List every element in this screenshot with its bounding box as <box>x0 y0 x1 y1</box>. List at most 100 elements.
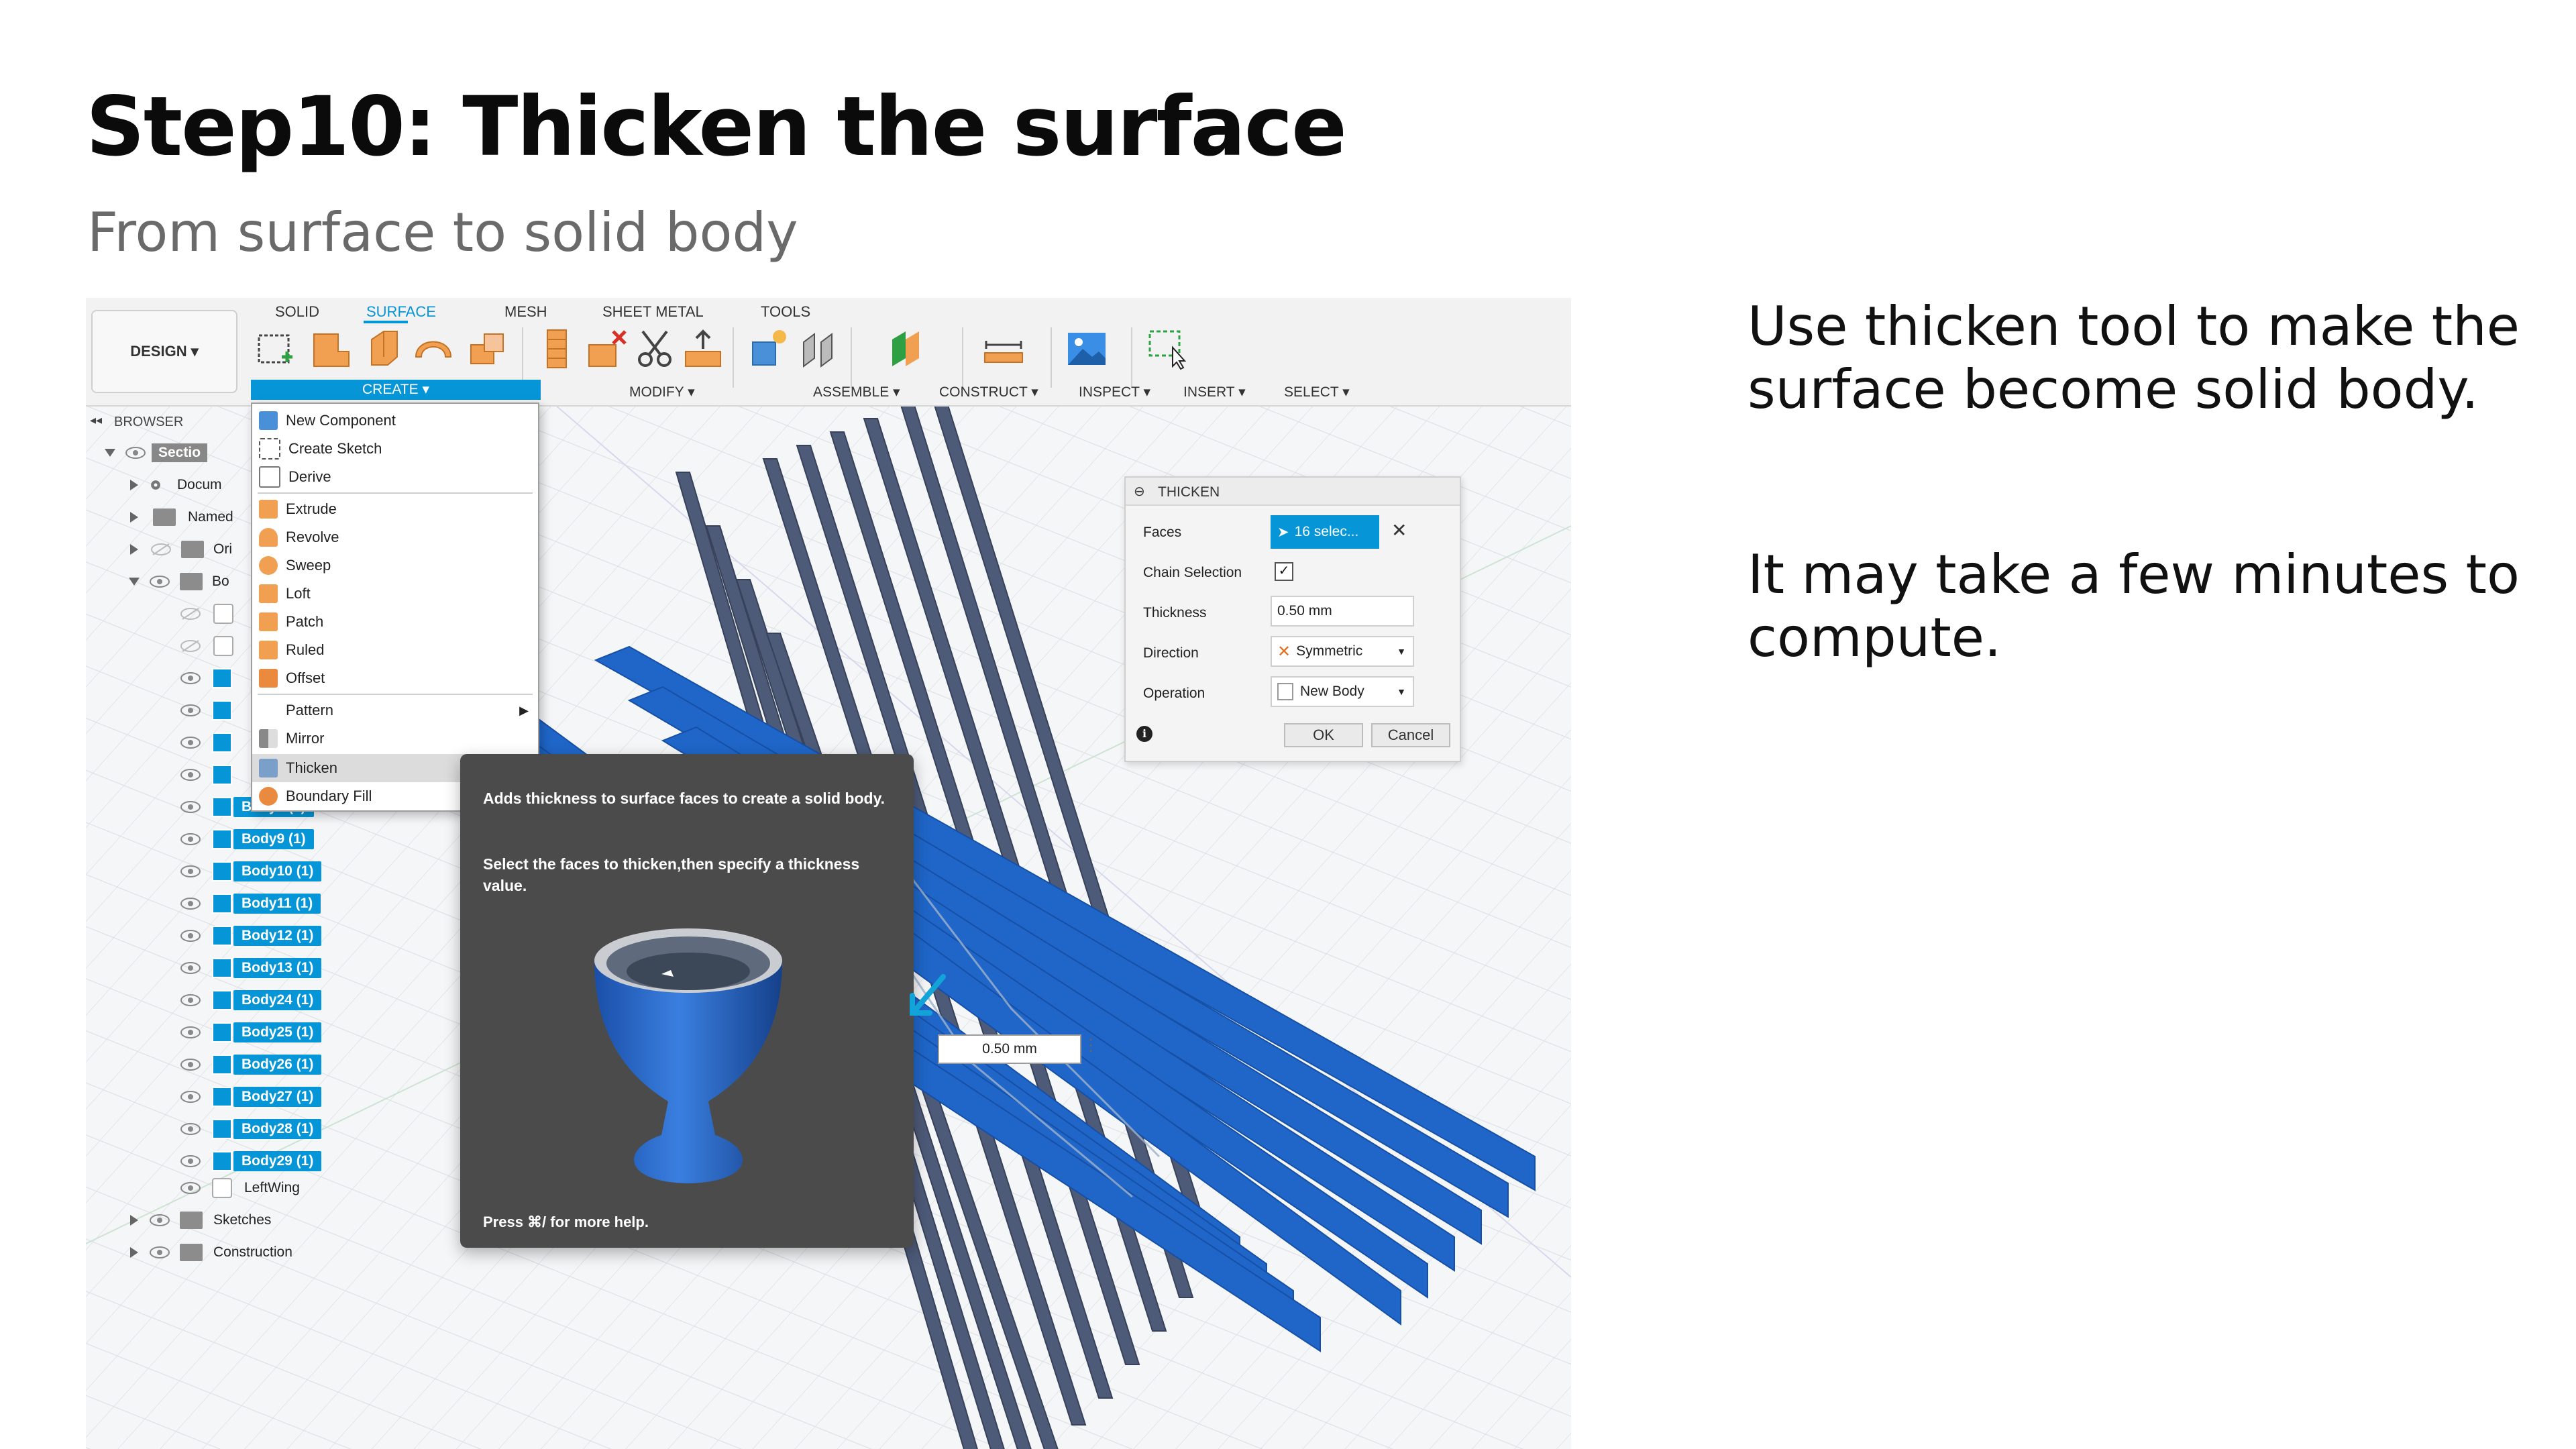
eye-icon[interactable] <box>180 768 201 782</box>
tab-sheet-metal[interactable]: SHEET METAL <box>602 303 704 321</box>
browser-collapse-icon[interactable]: ◂◂ <box>90 413 102 427</box>
menu-patch[interactable]: Patch <box>252 608 538 636</box>
split-scissors-icon[interactable] <box>633 327 676 370</box>
body-row[interactable]: Body11 (1) <box>180 888 321 919</box>
expand-arrow-icon[interactable] <box>130 1247 138 1258</box>
menu-extrude[interactable]: Extrude <box>252 495 538 523</box>
construct-menu-button[interactable]: CONSTRUCT ▾ <box>939 384 1038 400</box>
create-menu-button[interactable]: CREATE ▾ <box>251 380 541 400</box>
menu-offset[interactable]: Offset <box>252 664 538 692</box>
browser-row-bodies[interactable]: Bo <box>129 566 229 597</box>
eye-icon[interactable] <box>180 897 201 910</box>
thickness-input-box[interactable]: 0.50 mm <box>938 1034 1081 1064</box>
browser-row-named-views[interactable]: Named <box>130 502 233 533</box>
info-icon[interactable]: i <box>1136 726 1152 742</box>
insert-menu-button[interactable]: INSERT ▾ <box>1183 384 1246 400</box>
eye-icon[interactable] <box>180 800 201 814</box>
create-sketch-icon[interactable] <box>255 327 298 370</box>
expand-arrow-icon[interactable] <box>130 1215 138 1226</box>
eye-icon[interactable] <box>180 704 201 717</box>
body-row-selected[interactable] <box>180 759 232 790</box>
eye-icon[interactable] <box>149 575 170 588</box>
collapse-arrow-icon[interactable] <box>105 449 115 457</box>
tab-tools[interactable]: TOOLS <box>761 303 810 321</box>
body-row[interactable]: Body13 (1) <box>180 953 322 983</box>
eye-icon[interactable] <box>180 961 201 975</box>
menu-derive[interactable]: Derive <box>252 463 538 491</box>
cancel-button[interactable]: Cancel <box>1371 723 1450 747</box>
workspace-dropdown[interactable]: DESIGN ▾ <box>91 310 237 393</box>
eye-icon[interactable] <box>180 1090 201 1104</box>
loft-icon[interactable] <box>466 327 508 370</box>
eye-hidden-icon[interactable] <box>180 607 201 621</box>
dialog-collapse-icon[interactable]: ⊖ <box>1134 483 1145 500</box>
joint-icon[interactable] <box>797 327 840 370</box>
offset-plane-icon[interactable] <box>885 327 928 370</box>
browser-row-sketches[interactable]: Sketches <box>130 1205 271 1236</box>
revolve-icon[interactable] <box>361 327 404 370</box>
body-row[interactable]: Body12 (1) <box>180 920 322 951</box>
eye-icon[interactable] <box>125 446 146 460</box>
direction-dropdown[interactable]: ✕ Symmetric ▼ <box>1271 636 1414 667</box>
body-row[interactable]: Body28 (1) <box>180 1114 322 1144</box>
select-menu-button[interactable]: SELECT ▾ <box>1284 384 1350 400</box>
menu-mirror[interactable]: Mirror <box>252 724 538 753</box>
thickness-input[interactable]: 0.50 mm <box>1271 596 1414 627</box>
eye-icon[interactable] <box>180 736 201 749</box>
menu-loft[interactable]: Loft <box>252 580 538 608</box>
body-row-selected[interactable] <box>180 695 232 726</box>
eye-hidden-icon[interactable] <box>180 639 201 653</box>
body-row[interactable]: Body26 (1) <box>180 1049 322 1080</box>
eye-icon[interactable] <box>180 1026 201 1039</box>
inspect-menu-button[interactable]: INSPECT ▾ <box>1079 384 1150 400</box>
eye-hidden-icon[interactable] <box>150 543 172 556</box>
body-row-selected[interactable] <box>180 663 232 694</box>
tab-mesh[interactable]: MESH <box>504 303 547 321</box>
assemble-menu-button[interactable]: ASSEMBLE ▾ <box>813 384 900 400</box>
menu-pattern[interactable]: Pattern ▶ <box>252 696 538 724</box>
faces-selection-button[interactable]: ➤ 16 selec... <box>1271 515 1379 549</box>
eye-icon[interactable] <box>180 1122 201 1136</box>
operation-dropdown[interactable]: New Body ▼ <box>1271 676 1414 707</box>
body-row-hidden[interactable] <box>180 598 233 629</box>
modify-menu-button[interactable]: MODIFY ▾ <box>629 384 695 400</box>
press-pull-icon[interactable] <box>682 327 724 370</box>
browser-row-origin[interactable]: Ori <box>130 534 232 565</box>
browser-root-row[interactable]: Sectio <box>105 437 208 468</box>
body-row[interactable]: Body24 (1) <box>180 985 322 1016</box>
eye-icon[interactable] <box>180 1181 201 1195</box>
expand-arrow-icon[interactable] <box>130 544 138 555</box>
tab-surface[interactable]: SURFACE <box>366 303 436 321</box>
tab-solid[interactable]: SOLID <box>275 303 319 321</box>
menu-new-component[interactable]: New Component <box>252 407 538 435</box>
menu-ruled[interactable]: Ruled <box>252 636 538 664</box>
eye-icon[interactable] <box>149 1246 170 1259</box>
body-row[interactable]: Body27 (1) <box>180 1081 322 1112</box>
extrude-icon[interactable] <box>310 327 353 370</box>
ok-button[interactable]: OK <box>1284 723 1363 747</box>
dimension-options-icon[interactable]: ⋮ <box>1083 1036 1099 1055</box>
expand-arrow-icon[interactable] <box>130 512 138 523</box>
body-row-selected[interactable] <box>180 727 232 758</box>
select-window-icon[interactable] <box>1146 327 1189 370</box>
clear-selection-icon[interactable]: ✕ <box>1391 519 1407 541</box>
eye-icon[interactable] <box>180 833 201 846</box>
eye-icon[interactable] <box>149 1214 170 1227</box>
new-component-icon[interactable] <box>747 327 790 370</box>
eye-icon[interactable] <box>180 672 201 685</box>
thickness-arrow-manipulator[interactable] <box>907 973 947 1020</box>
eye-icon[interactable] <box>180 929 201 943</box>
menu-create-sketch[interactable]: Create Sketch <box>252 435 538 463</box>
eye-icon[interactable] <box>180 865 201 878</box>
measure-icon[interactable] <box>982 327 1025 370</box>
eye-icon[interactable] <box>180 1058 201 1071</box>
expand-arrow-icon[interactable] <box>130 480 138 490</box>
body-row[interactable]: Body10 (1) <box>180 856 322 887</box>
insert-image-icon[interactable] <box>1065 327 1108 370</box>
body-row[interactable]: Body25 (1) <box>180 1017 322 1048</box>
eye-icon[interactable] <box>180 1155 201 1168</box>
eye-icon[interactable] <box>180 994 201 1007</box>
collapse-arrow-icon[interactable] <box>129 578 140 586</box>
body-row-leftwing[interactable]: LeftWing <box>180 1173 300 1203</box>
browser-row-document-settings[interactable]: Docum <box>130 470 222 500</box>
